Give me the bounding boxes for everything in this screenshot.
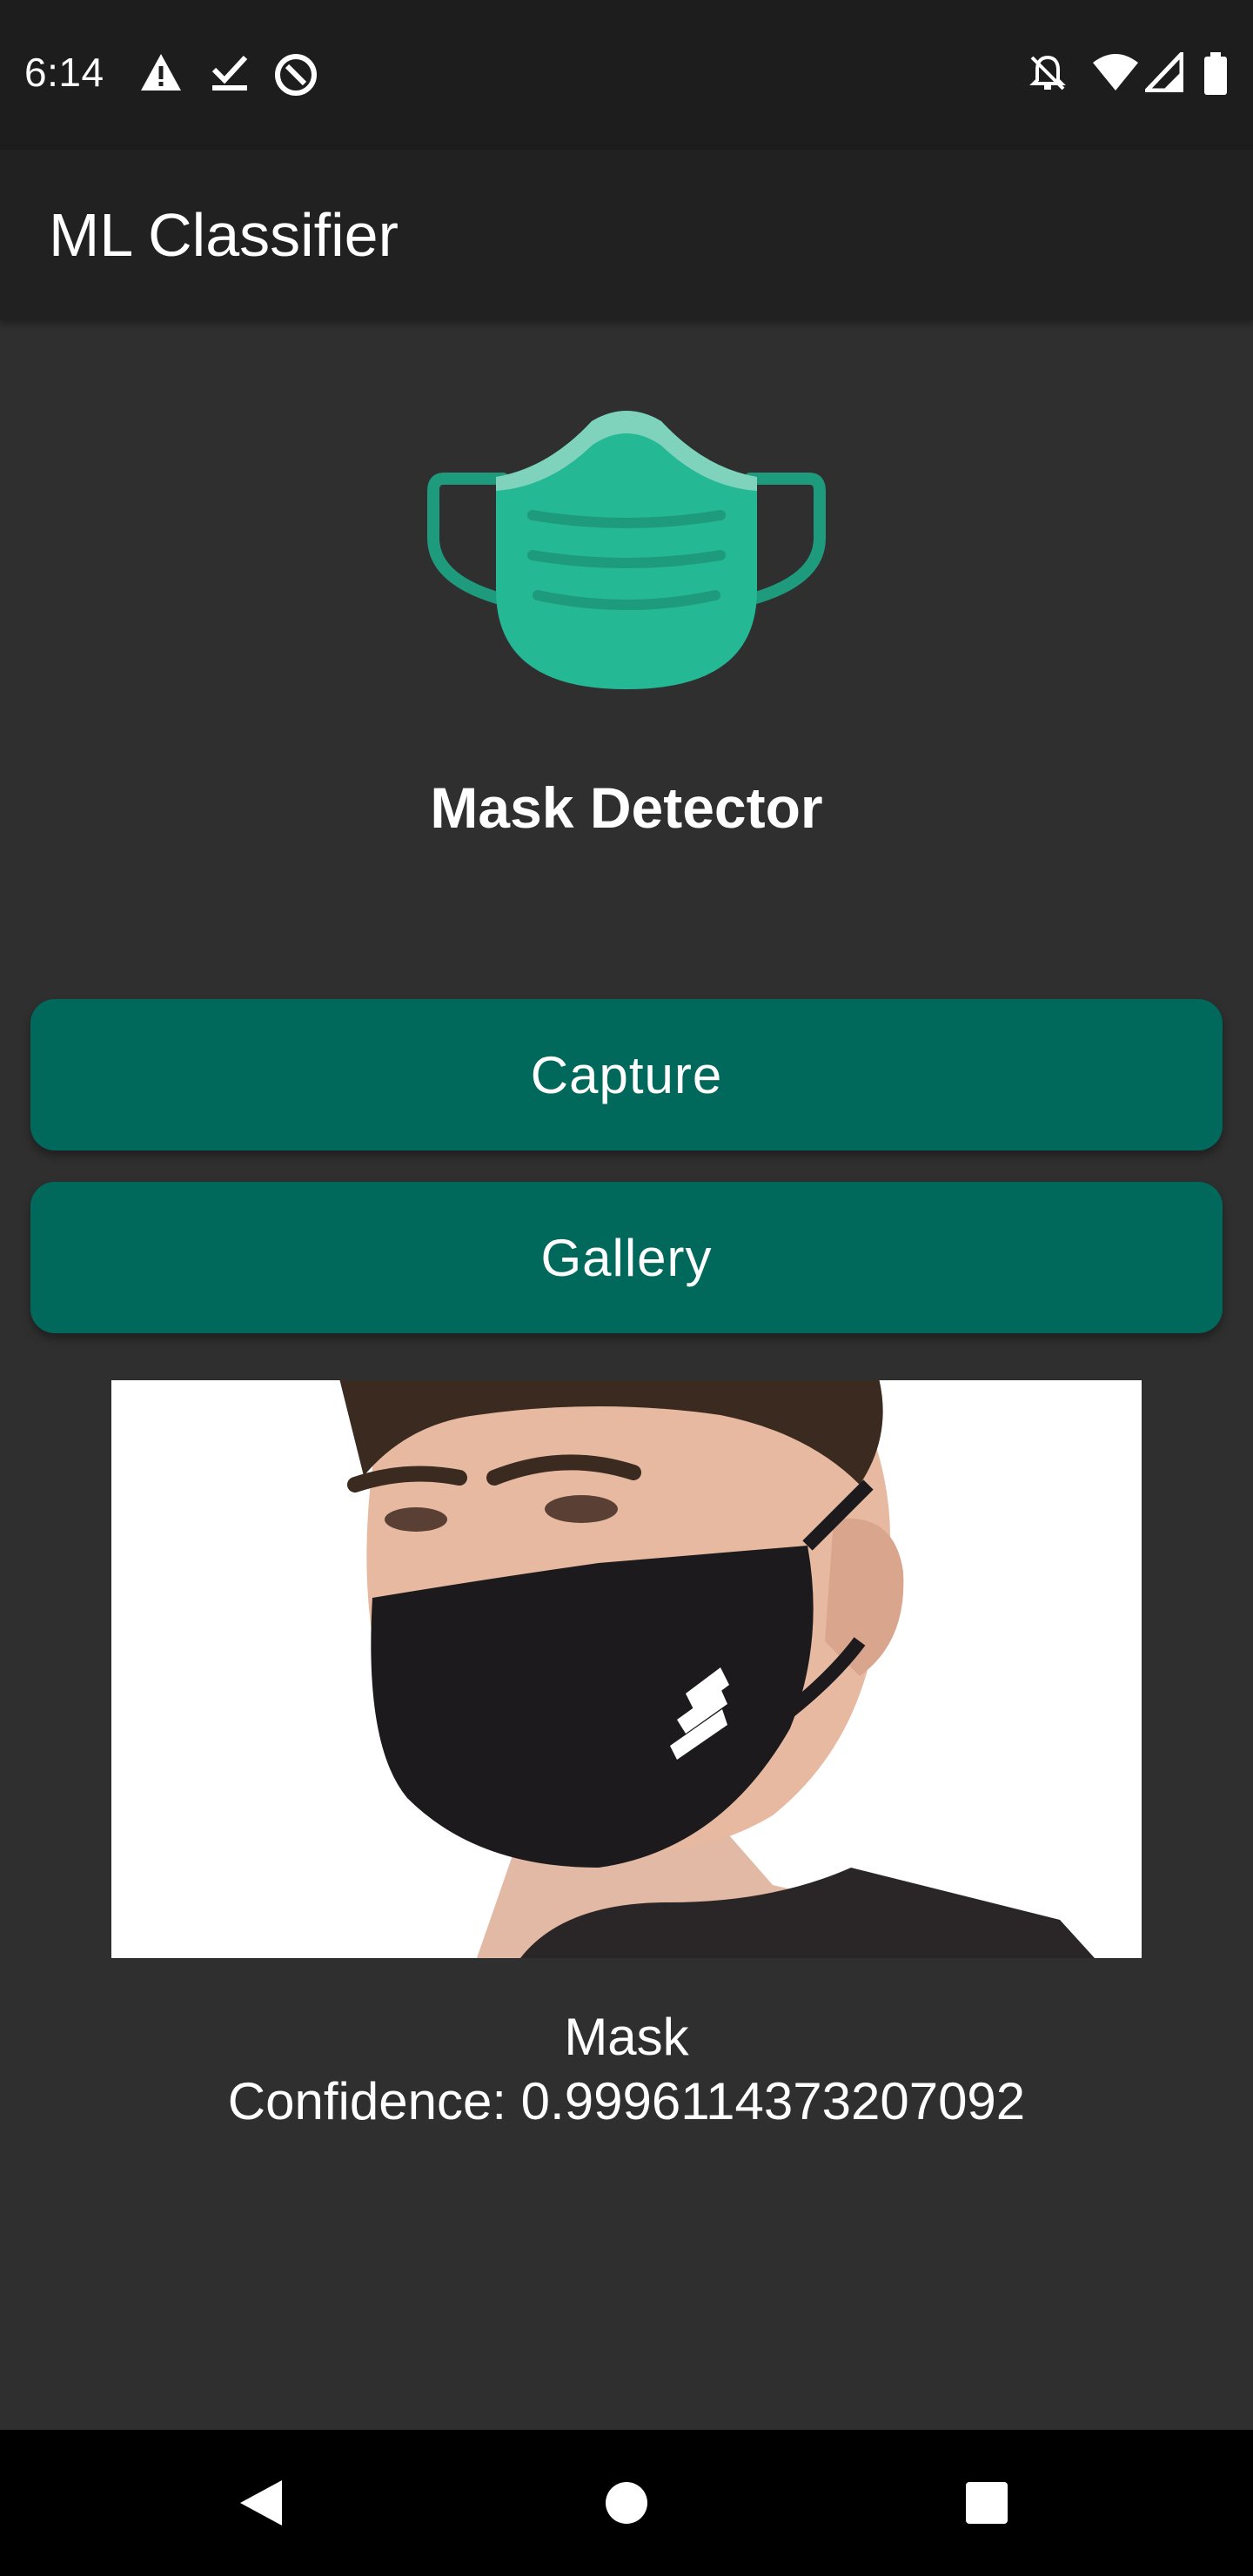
page-title: Mask Detector [430, 775, 823, 840]
navigation-bar [0, 2430, 1253, 2576]
status-bar: 6:14 [0, 0, 1253, 150]
gallery-button[interactable]: Gallery [30, 1182, 1223, 1333]
recents-icon [966, 2482, 1008, 2524]
capture-button[interactable]: Capture [30, 999, 1223, 1150]
masked-face-image [111, 1380, 1142, 1958]
back-icon [240, 2480, 282, 2526]
result-confidence: Confidence: 0.9996114373207092 [227, 2072, 1026, 2130]
signal-icon [1145, 52, 1183, 92]
app-title: ML Classifier [49, 201, 399, 269]
status-time: 6:14 [24, 50, 104, 95]
face-mask-icon [427, 411, 826, 689]
back-button[interactable] [218, 2430, 305, 2576]
home-icon [606, 2482, 647, 2524]
classified-image [111, 1380, 1142, 1958]
app-bar: ML Classifier [0, 150, 1253, 320]
recents-button[interactable] [943, 2430, 1030, 2576]
home-button[interactable] [583, 2430, 670, 2576]
result-label: Mask [564, 2008, 689, 2066]
data-saver-icon [275, 54, 317, 96]
notifications-off-icon [1029, 55, 1066, 91]
check-icon [211, 55, 248, 91]
wifi-icon [1093, 54, 1138, 91]
warning-icon [141, 54, 181, 91]
battery-icon [1204, 52, 1227, 95]
